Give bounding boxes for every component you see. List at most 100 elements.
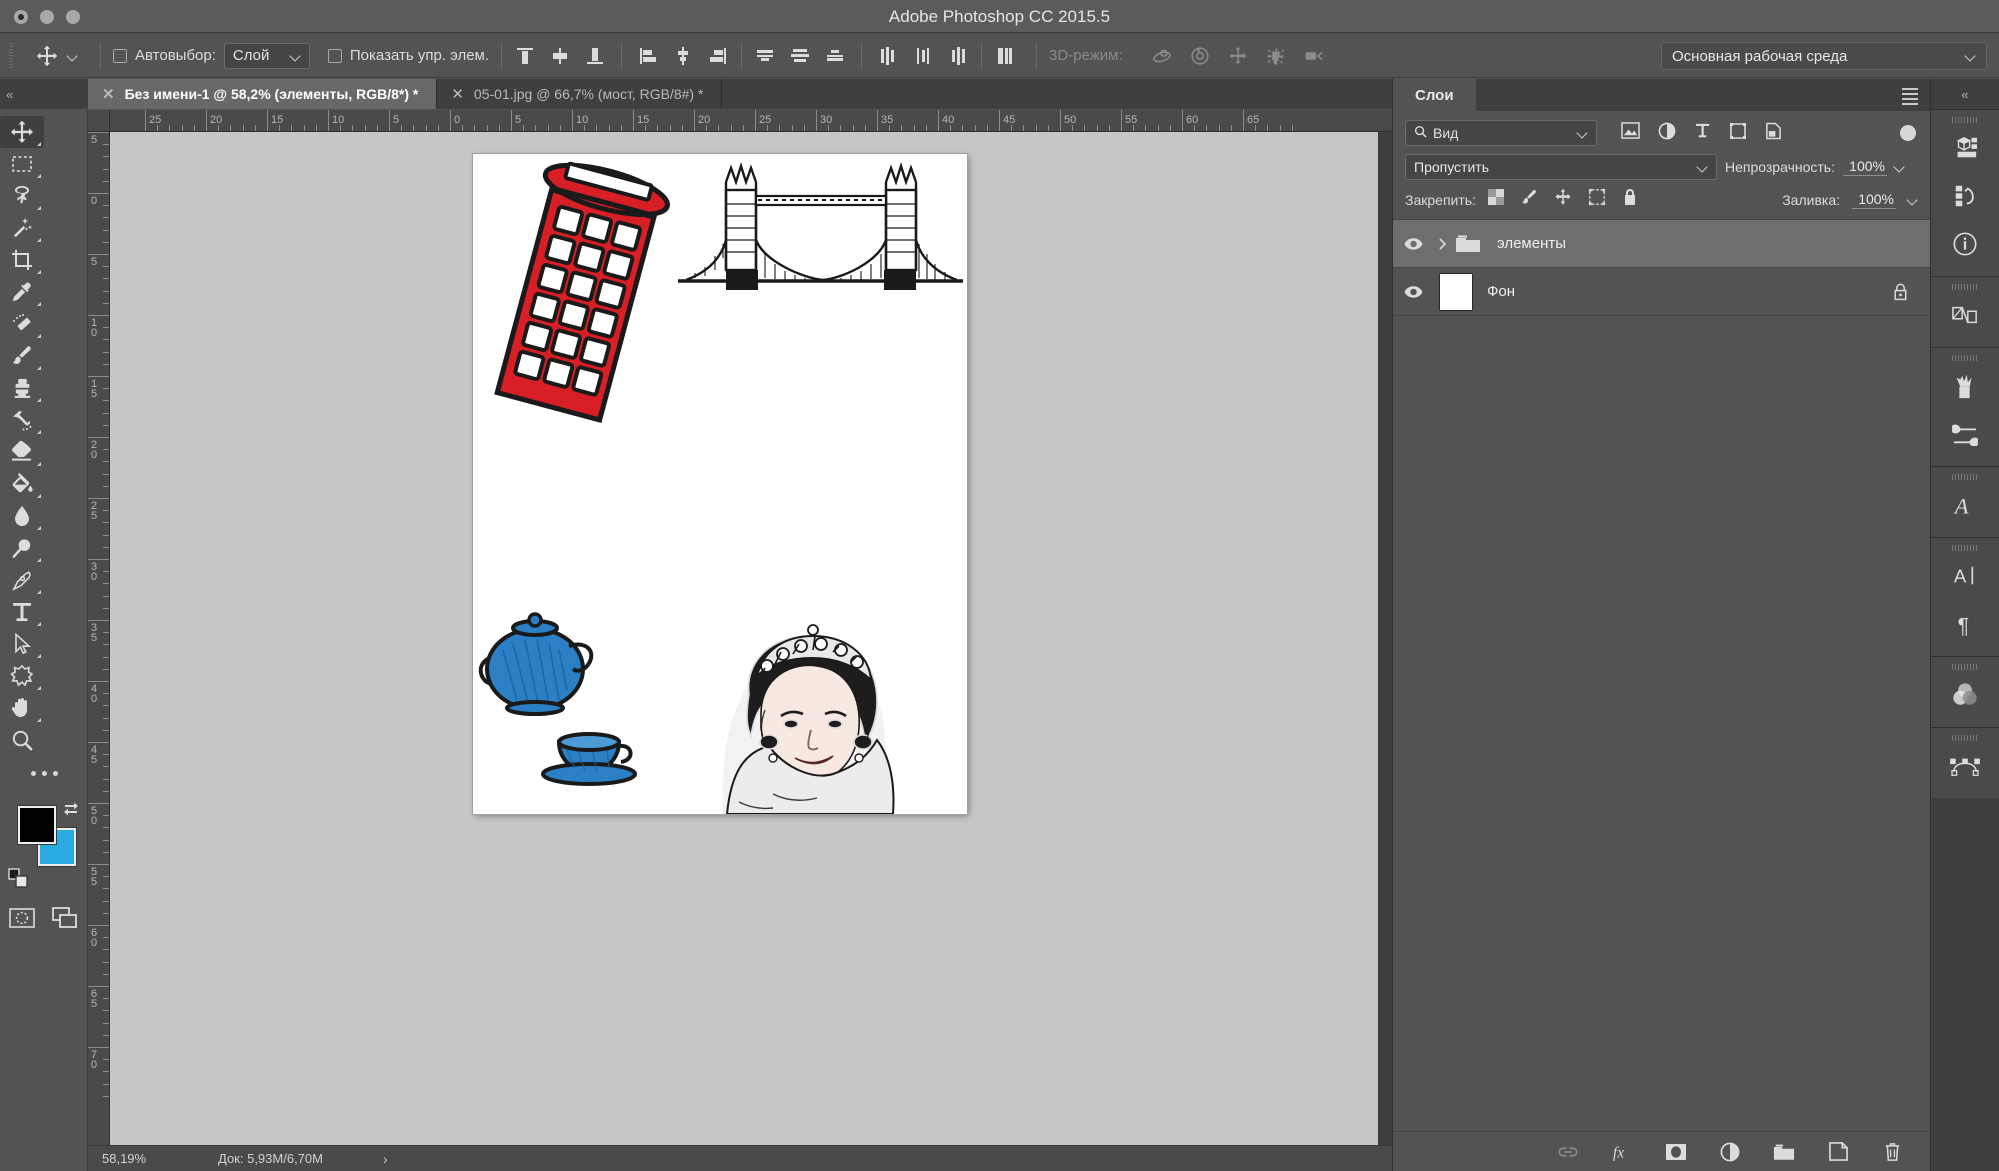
lock-transparent-pixels-icon[interactable] [1487, 189, 1504, 210]
brushes-panel-icon[interactable] [1931, 362, 1999, 410]
lock-all-icon[interactable] [1622, 188, 1638, 211]
opacity-chevron-down-icon[interactable] [1895, 162, 1905, 172]
lock-position-icon[interactable] [1554, 188, 1572, 211]
horizontal-ruler[interactable]: 25 20 15 10 5 0 5 10 15 20 25 30 35 40 45 50 55 60 65 [110, 110, 1392, 132]
filter-type-icon[interactable] [1694, 122, 1711, 144]
paragraph-panel-icon[interactable]: ¶ [1931, 600, 1999, 648]
left-dock-collapse-button[interactable]: « [0, 79, 88, 109]
document-tab-untitled[interactable]: ✕ Без имени-1 @ 58,2% (элементы, RGB/8*)… [88, 79, 438, 109]
rail-grip[interactable] [1931, 728, 1999, 742]
color-panel-icon[interactable] [1931, 671, 1999, 719]
align-horizontal-centers-icon[interactable] [672, 45, 694, 67]
canvas-viewport[interactable] [110, 132, 1378, 1145]
tool-hand[interactable] [0, 692, 44, 724]
tool-pen[interactable] [0, 564, 44, 596]
link-layers-button[interactable] [1557, 1141, 1579, 1163]
tool-preset-picker[interactable] [22, 41, 88, 71]
lock-artboard-nesting-icon[interactable] [1588, 188, 1606, 211]
rail-grip[interactable] [1931, 348, 1999, 362]
canvas-vertical-scrollbar[interactable] [1378, 132, 1392, 1145]
paths-panel-icon[interactable] [1931, 742, 1999, 790]
show-controls-checkbox[interactable] [327, 48, 342, 63]
swap-colors-icon[interactable] [62, 800, 80, 818]
align-bottom-edges-icon[interactable] [584, 45, 606, 67]
fill-value[interactable]: 100% [1852, 191, 1896, 209]
vertical-ruler[interactable]: 50510152025303540455055606570 [88, 132, 110, 1145]
layer-name[interactable]: элементы [1497, 235, 1566, 252]
tool-brush[interactable] [0, 340, 44, 372]
layer-filter-kind-select[interactable]: Вид [1405, 120, 1597, 146]
options-bar-grip[interactable] [6, 42, 16, 69]
rail-grip[interactable] [1931, 277, 1999, 291]
tool-crop[interactable] [0, 244, 44, 276]
layer-visibility-toggle[interactable] [1393, 237, 1433, 251]
layer-visibility-toggle[interactable] [1393, 285, 1433, 299]
panel-menu-icon[interactable] [1902, 88, 1918, 105]
distribute-left-edges-icon[interactable] [877, 45, 899, 67]
3d-panel-icon[interactable] [1931, 124, 1999, 172]
show-controls-group[interactable]: Показать упр. элем. [327, 47, 489, 64]
filter-pixel-icon[interactable] [1621, 122, 1640, 144]
status-menu-arrow-icon[interactable]: › [383, 1151, 388, 1167]
rail-grip[interactable] [1931, 538, 1999, 552]
artboard[interactable] [473, 154, 967, 814]
zoom-level[interactable]: 58,19% [88, 1151, 208, 1166]
filter-enable-toggle[interactable] [1900, 125, 1916, 141]
blend-mode-select[interactable]: Пропустить [1405, 154, 1717, 180]
tool-move[interactable] [0, 116, 44, 148]
distribute-top-edges-icon[interactable] [754, 45, 776, 67]
new-group-button[interactable] [1773, 1141, 1795, 1163]
layer-thumbnail[interactable] [1439, 272, 1473, 311]
tool-marquee[interactable] [0, 148, 44, 180]
more-tools-button[interactable] [0, 756, 88, 790]
lock-image-pixels-icon[interactable] [1520, 188, 1538, 211]
info-panel-icon[interactable] [1931, 220, 1999, 268]
delete-layer-button[interactable] [1881, 1141, 1903, 1163]
filter-adjustment-icon[interactable] [1658, 122, 1676, 145]
align-right-edges-icon[interactable] [707, 45, 729, 67]
align-vertical-centers-icon[interactable] [549, 45, 571, 67]
tool-path-selection[interactable] [0, 628, 44, 660]
layer-style-button[interactable]: fx [1611, 1141, 1633, 1163]
rail-grip[interactable] [1931, 110, 1999, 124]
autoselect-scope-select[interactable]: Слой [223, 42, 310, 69]
filter-smart-object-icon[interactable] [1765, 122, 1782, 145]
tool-type[interactable] [0, 596, 44, 628]
workspace-select[interactable]: Основная рабочая среда [1661, 42, 1987, 70]
new-adjustment-layer-button[interactable] [1719, 1141, 1741, 1163]
tool-custom-shape[interactable] [0, 660, 44, 692]
tool-lasso[interactable] [0, 180, 44, 212]
rail-grip[interactable] [1931, 467, 1999, 481]
filter-shape-icon[interactable] [1729, 122, 1747, 145]
tool-zoom[interactable] [0, 724, 44, 756]
layer-row-elementy[interactable]: элементы [1393, 220, 1930, 268]
auto-align-layers-icon[interactable] [994, 45, 1016, 67]
ruler-origin-button[interactable] [88, 110, 110, 132]
default-colors-icon[interactable] [8, 868, 28, 888]
align-left-edges-icon[interactable] [637, 45, 659, 67]
brush-settings-panel-icon[interactable] [1931, 410, 1999, 458]
autoselect-checkbox[interactable] [113, 48, 127, 63]
tool-clone-stamp[interactable] [0, 372, 44, 404]
document-tab-0501[interactable]: ✕ 05-01.jpg @ 66,7% (мост, RGB/8#) * [437, 79, 723, 109]
opacity-value[interactable]: 100% [1842, 158, 1887, 176]
tool-eyedropper[interactable] [0, 276, 44, 308]
tool-preset-chevron-down-icon[interactable] [68, 51, 78, 61]
autoselect-group[interactable]: Автовыбор: Слой [113, 42, 310, 69]
tool-healing-brush[interactable] [0, 308, 44, 340]
fill-chevron-down-icon[interactable] [1908, 195, 1918, 205]
tool-eraser[interactable] [0, 436, 44, 468]
foreground-color-swatch[interactable] [18, 806, 56, 844]
tool-paint-bucket[interactable] [0, 468, 44, 500]
chevron-right-icon[interactable] [1433, 237, 1451, 250]
rail-grip[interactable] [1931, 657, 1999, 671]
tab-layers[interactable]: Слои [1393, 79, 1476, 111]
new-layer-button[interactable] [1827, 1141, 1849, 1163]
screen-mode-button[interactable] [48, 904, 82, 932]
tool-blur[interactable] [0, 500, 44, 532]
tool-dodge[interactable] [0, 532, 44, 564]
close-icon[interactable]: ✕ [102, 85, 115, 103]
adjustments-panel-icon[interactable] [1931, 291, 1999, 339]
distribute-vertical-centers-icon[interactable] [789, 45, 811, 67]
tool-magic-wand[interactable] [0, 212, 44, 244]
